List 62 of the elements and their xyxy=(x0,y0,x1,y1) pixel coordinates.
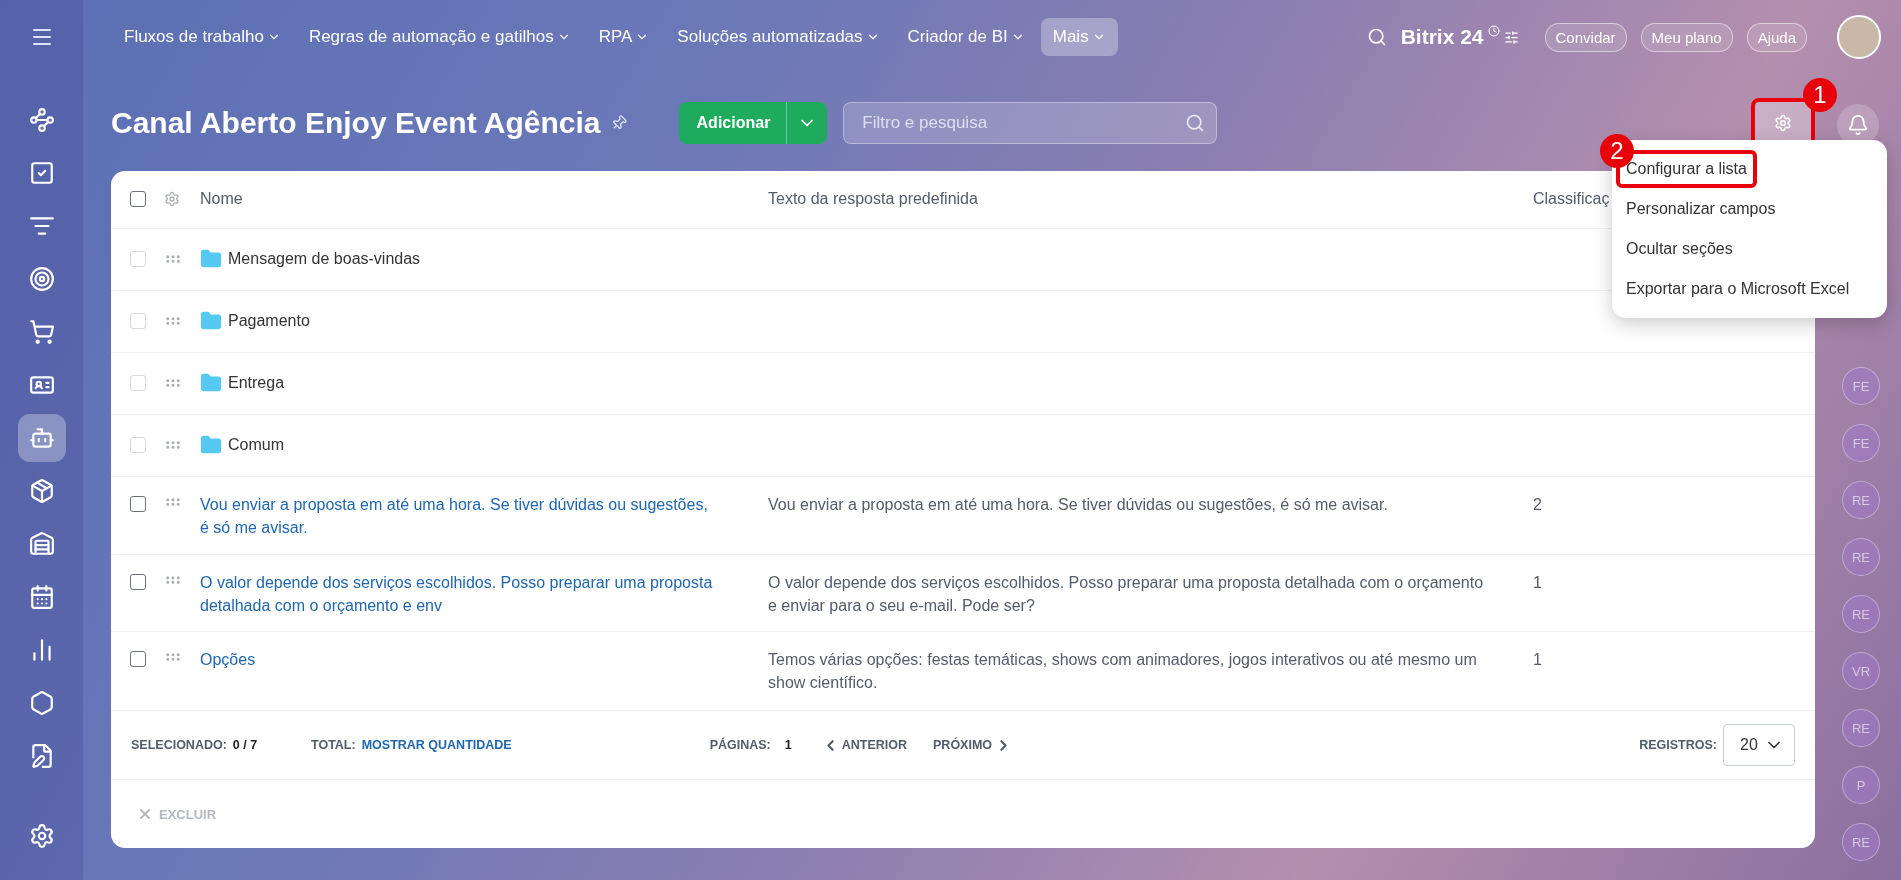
table-cell-text: 2 xyxy=(1533,494,1543,515)
show-count-link[interactable]: MOSTRAR QUANTIDADE xyxy=(361,738,512,753)
nav-tab[interactable]: Criador de BI xyxy=(895,18,1037,56)
table-cell-text: 1 xyxy=(1533,573,1543,594)
menu-item[interactable]: Exportar para o Microsoft Excel xyxy=(1616,270,1860,308)
nav-tab[interactable]: Regras de automação e gatilhos xyxy=(296,18,583,56)
clock-icon xyxy=(1487,25,1500,37)
previous-page-button[interactable]: ANTERIOR xyxy=(821,736,908,754)
logo-text: Bitrix 24 xyxy=(1400,25,1484,49)
next-page-button[interactable]: PRÓXIMO xyxy=(933,736,1013,754)
menu-item[interactable]: Personalizar campos xyxy=(1616,190,1786,228)
robot-icon[interactable] xyxy=(17,414,66,462)
user-initials-avatar[interactable]: RE xyxy=(1842,709,1880,747)
records-select[interactable]: 20 xyxy=(1723,724,1795,767)
nav-tab[interactable]: RPA xyxy=(586,18,662,56)
bell-icon xyxy=(1847,114,1869,136)
table-cell-text: 1 xyxy=(1533,650,1543,671)
user-initials-avatar[interactable]: FE xyxy=(1842,367,1880,405)
item-name-link[interactable]: Opções xyxy=(200,648,768,672)
selected-label: SELECIONADO: xyxy=(131,738,227,753)
nav-tab[interactable]: Soluções automatizadas xyxy=(665,18,892,56)
search-icon xyxy=(1185,112,1206,133)
column-header: Nome xyxy=(200,190,243,209)
row-checkbox[interactable] xyxy=(130,651,146,668)
selected-count: 0 / 7 xyxy=(232,738,258,753)
row-checkbox[interactable] xyxy=(130,495,146,512)
pages-label: PÁGINAS: xyxy=(709,738,771,753)
nav-tab[interactable]: Fluxos de trabalho xyxy=(112,18,293,56)
user-avatar[interactable] xyxy=(1837,15,1881,59)
folder-name[interactable]: Mensagem de boas-vindas xyxy=(228,250,421,269)
user-initials-avatar[interactable]: P xyxy=(1842,766,1880,804)
table-cell-text: O valor depende dos serviços escolhidos. Posso preparar uma proposta detalhada com o orçamento e enviar para o seu e-mail. Pode ser? xyxy=(768,573,1485,617)
user-initials-avatar[interactable]: RE xyxy=(1842,823,1880,861)
folder-name[interactable]: Entrega xyxy=(228,374,285,393)
item-name-link[interactable]: O valor depende dos serviços escolhidos. Posso preparar uma proposta detalhada com o orçamento e env xyxy=(200,571,768,618)
item-name-link[interactable]: Vou enviar a proposta em até uma hora. Se tiver dúvidas ou sugestões, é só me avisar. xyxy=(200,492,768,539)
row-checkbox[interactable] xyxy=(130,574,146,591)
header-button[interactable]: Meu plano xyxy=(1640,22,1733,52)
settings-icon xyxy=(1774,113,1792,132)
user-initials-avatar[interactable]: RE xyxy=(1842,538,1880,576)
search-button[interactable] xyxy=(1366,27,1387,47)
table-cell-text: Vou enviar a proposta em até uma hora. Se tiver dúvidas ou sugestões, é só me avisar. xyxy=(768,494,1389,515)
header-button[interactable]: Ajuda xyxy=(1746,22,1807,52)
folder-name[interactable]: Comum xyxy=(228,436,284,455)
user-initials-avatar[interactable]: VR xyxy=(1842,652,1880,690)
folder-name[interactable]: Pagamento xyxy=(228,312,310,331)
column-header: Texto da resposta predefinida xyxy=(768,190,978,209)
header-button[interactable]: Convidar xyxy=(1544,22,1627,52)
user-initials-avatar[interactable]: FE xyxy=(1842,424,1880,462)
column-header: Classificaç xyxy=(1533,190,1610,209)
page-title: Canal Aberto Enjoy Event Agência xyxy=(111,105,601,140)
sliders-icon xyxy=(1503,29,1519,45)
select-all-checkbox[interactable] xyxy=(130,191,146,208)
nav-tab[interactable]: Mais xyxy=(1040,18,1118,56)
callout-badge: 1 xyxy=(1803,78,1837,112)
user-initials-avatar[interactable]: RE xyxy=(1842,481,1880,519)
records-label: REGISTROS: xyxy=(1639,738,1717,753)
table-cell-text: Temos várias opções: festas temáticas, shows com animadores, jogos interativos ou até mesmo um show científico. xyxy=(768,650,1478,694)
user-initials-avatar[interactable]: RE xyxy=(1842,595,1880,633)
page-number: 1 xyxy=(784,738,792,753)
menu-item[interactable]: Ocultar seções xyxy=(1616,230,1743,268)
total-label: TOTAL: xyxy=(311,738,356,753)
